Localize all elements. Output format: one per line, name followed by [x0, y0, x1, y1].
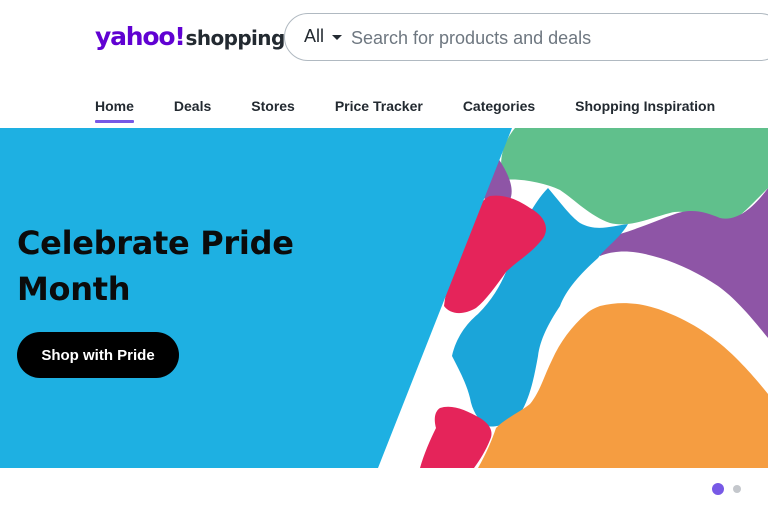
search-scope-dropdown[interactable]: All: [304, 26, 343, 47]
carousel-dot[interactable]: [733, 485, 741, 493]
logo-shopping-text: shopping: [185, 26, 286, 50]
search-input[interactable]: [351, 25, 768, 51]
shop-with-pride-button[interactable]: Shop with Pride: [17, 332, 179, 378]
search-scope-label: All: [304, 26, 325, 46]
nav-item-shopping-inspiration[interactable]: Shopping Inspiration: [575, 98, 715, 124]
logo-yahoo-text: yahoo!: [95, 22, 186, 51]
main-nav: Home Deals Stores Price Tracker Categori…: [95, 98, 755, 124]
nav-item-categories[interactable]: Categories: [463, 98, 535, 124]
caret-down-icon: [332, 35, 343, 40]
yahoo-shopping-logo[interactable]: yahoo! shopping: [95, 22, 285, 54]
nav-item-stores[interactable]: Stores: [251, 98, 295, 124]
carousel-dot-active[interactable]: [712, 483, 724, 495]
search-bar: All: [284, 13, 768, 61]
hero-title: Celebrate Pride Month: [17, 224, 294, 308]
nav-item-home[interactable]: Home: [95, 98, 134, 124]
nav-item-deals[interactable]: Deals: [174, 98, 211, 124]
page: yahoo! shopping All Home Deals Stores Pr…: [0, 0, 768, 512]
nav-item-price-tracker[interactable]: Price Tracker: [335, 98, 423, 124]
carousel-indicators: [712, 483, 741, 495]
hero-banner[interactable]: Celebrate Pride Month Shop with Pride: [0, 128, 768, 468]
